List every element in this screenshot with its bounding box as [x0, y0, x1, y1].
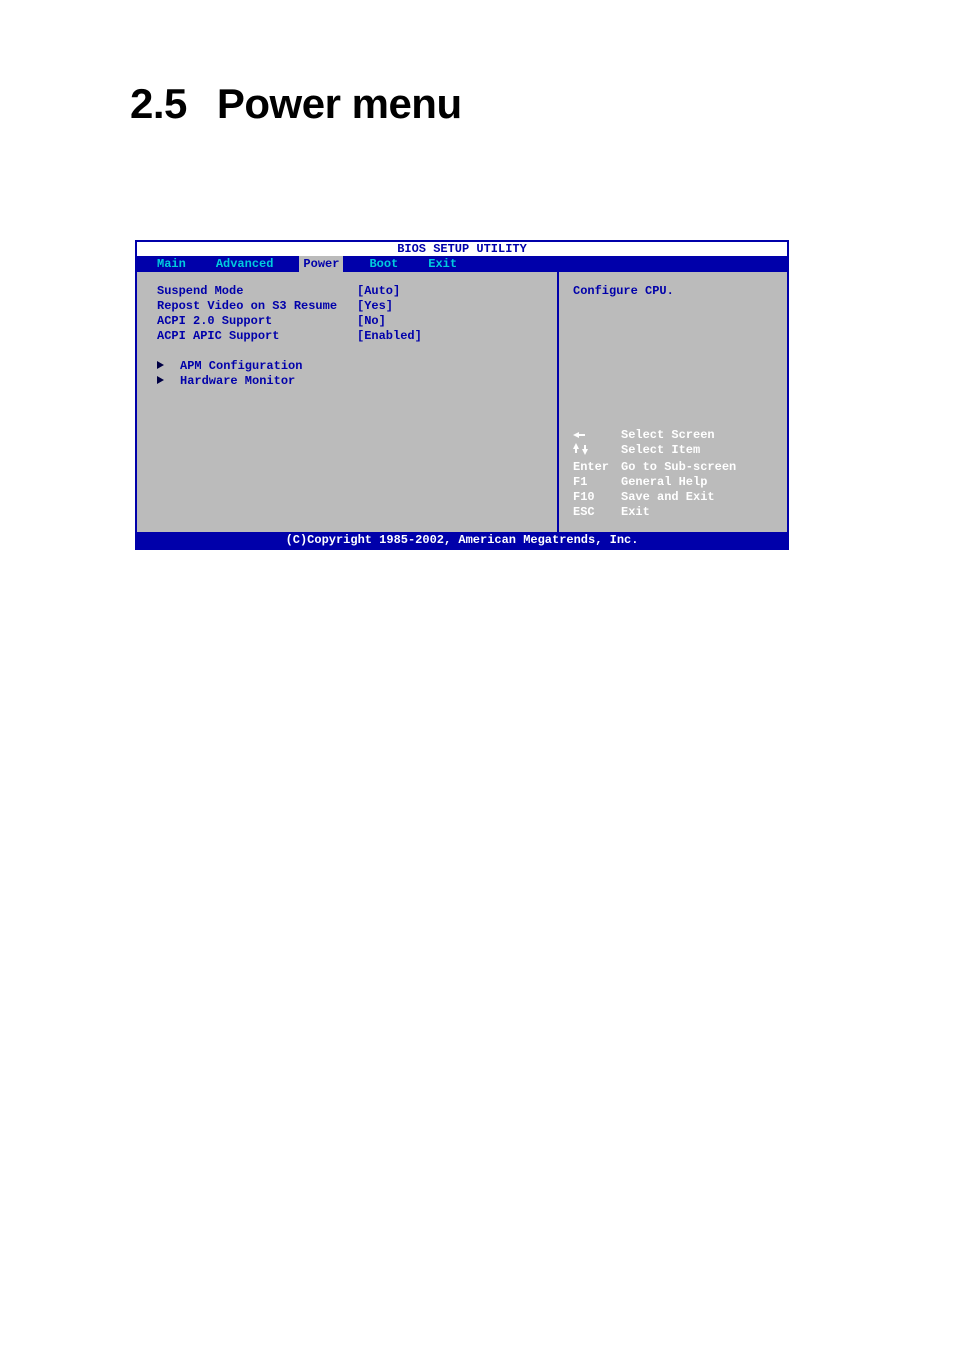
page-heading: 2.5 Power menu [130, 80, 462, 128]
section-number: 2.5 [130, 80, 187, 127]
setting-row[interactable]: Repost Video on S3 Resume [Yes] [157, 299, 537, 314]
bios-side-panel: Configure CPU. Select Screen Select Item… [559, 272, 787, 532]
section-title: Power menu [217, 80, 462, 127]
nav-row: F10 Save and Exit [573, 490, 736, 505]
setting-row[interactable]: ACPI APIC Support [Enabled] [157, 329, 537, 344]
nav-key: F1 [573, 475, 621, 490]
nav-key: F10 [573, 490, 621, 505]
tab-power[interactable]: Power [299, 256, 343, 272]
setting-label: ACPI 2.0 Support [157, 314, 357, 329]
bios-title: BIOS SETUP UTILITY [137, 242, 787, 256]
bios-tabs: Main Advanced Power Boot Exit [137, 256, 787, 272]
setting-row[interactable]: ACPI 2.0 Support [No] [157, 314, 537, 329]
nav-key: ESC [573, 505, 621, 520]
nav-row: Select Screen [573, 428, 736, 443]
submenu-row[interactable]: Hardware Monitor [157, 374, 537, 389]
setting-value: [Auto] [357, 284, 537, 299]
setting-label: Suspend Mode [157, 284, 357, 299]
nav-desc: Select Screen [621, 428, 715, 443]
spacer [157, 344, 537, 359]
arrow-left-icon [573, 428, 621, 443]
arrow-updown-icon [573, 443, 621, 460]
tab-exit[interactable]: Exit [428, 256, 457, 272]
setting-label: Repost Video on S3 Resume [157, 299, 357, 314]
tab-boot[interactable]: Boot [369, 256, 398, 272]
setting-value: [No] [357, 314, 537, 329]
nav-desc: Go to Sub-screen [621, 460, 736, 475]
bios-body: Suspend Mode [Auto] Repost Video on S3 R… [137, 272, 787, 532]
nav-row: Enter Go to Sub-screen [573, 460, 736, 475]
tab-advanced[interactable]: Advanced [216, 256, 274, 272]
nav-help: Select Screen Select Item Enter Go to Su… [573, 428, 736, 520]
bios-main-panel: Suspend Mode [Auto] Repost Video on S3 R… [137, 272, 559, 532]
nav-row: ESC Exit [573, 505, 736, 520]
nav-desc: Exit [621, 505, 650, 520]
submenu-label: APM Configuration [180, 359, 302, 374]
submenu-label: Hardware Monitor [180, 374, 295, 389]
nav-row: Select Item [573, 443, 736, 460]
help-text: Configure CPU. [573, 284, 773, 298]
tab-main[interactable]: Main [157, 256, 186, 272]
nav-desc: General Help [621, 475, 707, 490]
nav-row: F1 General Help [573, 475, 736, 490]
setting-value: [Yes] [357, 299, 537, 314]
bios-window: BIOS SETUP UTILITY Main Advanced Power B… [135, 240, 789, 550]
submenu-row[interactable]: APM Configuration [157, 359, 537, 374]
bios-footer: (C)Copyright 1985-2002, American Megatre… [137, 532, 787, 548]
nav-desc: Select Item [621, 443, 700, 460]
setting-label: ACPI APIC Support [157, 329, 357, 344]
submenu-arrow-icon [157, 359, 172, 374]
setting-row[interactable]: Suspend Mode [Auto] [157, 284, 537, 299]
nav-key: Enter [573, 460, 621, 475]
nav-desc: Save and Exit [621, 490, 715, 505]
setting-value: [Enabled] [357, 329, 537, 344]
submenu-arrow-icon [157, 374, 172, 389]
